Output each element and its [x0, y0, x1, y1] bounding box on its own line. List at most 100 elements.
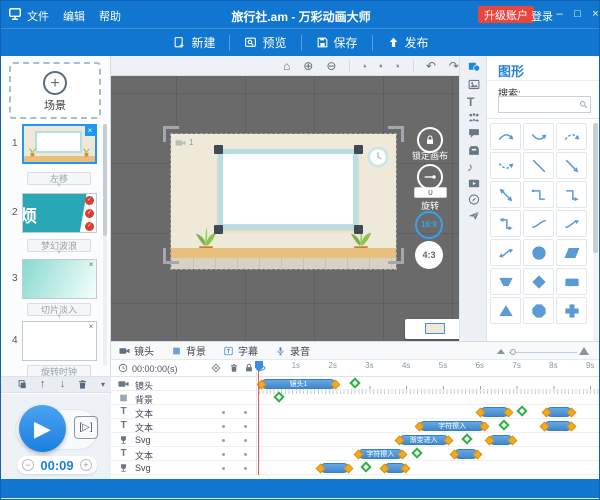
- block-diamond-icon[interactable]: [480, 422, 490, 432]
- block-diamond-icon[interactable]: [401, 464, 411, 474]
- shape-parallelogram[interactable]: [556, 239, 587, 266]
- timeline-zoom-slider[interactable]: [497, 348, 589, 356]
- keyframe-diamond-icon[interactable]: [516, 405, 527, 416]
- block-diamond-icon[interactable]: [566, 408, 576, 418]
- track-toggle-dot[interactable]: [244, 467, 247, 470]
- selection-handle[interactable]: [354, 145, 363, 154]
- slider-min-icon[interactable]: [497, 349, 505, 354]
- arrow-up-icon[interactable]: ↑: [37, 379, 48, 390]
- block-diamond-icon[interactable]: [485, 436, 495, 446]
- scene-item[interactable]: 4×: [1, 321, 101, 361]
- publish-button[interactable]: 发布: [373, 33, 443, 53]
- animation-block[interactable]: 镜头1: [261, 379, 336, 389]
- keyframe-diamond-icon[interactable]: [360, 461, 371, 472]
- slider-max-icon[interactable]: [579, 347, 589, 355]
- animation-block[interactable]: 字符擦入: [358, 449, 402, 459]
- track-toggle-dot[interactable]: [222, 411, 225, 414]
- animation-block[interactable]: [489, 435, 513, 445]
- scene-close-icon[interactable]: ×: [86, 260, 96, 270]
- effects-icon[interactable]: [467, 193, 481, 206]
- timeline-tab-背景[interactable]: 背景: [171, 343, 206, 358]
- arrow-down-icon[interactable]: ↓: [57, 379, 68, 390]
- scene-thumbnail[interactable]: 烦✓✓✓×: [22, 193, 97, 233]
- lock-icon[interactable]: [363, 60, 367, 72]
- undo-icon[interactable]: ↶: [426, 60, 436, 72]
- timeline-tab-录音[interactable]: 录音: [275, 343, 310, 358]
- block-diamond-icon[interactable]: [504, 408, 514, 418]
- upgrade-account-button[interactable]: 升级账户: [478, 6, 534, 23]
- track-toggle-dot[interactable]: [244, 439, 247, 442]
- characters-icon[interactable]: [467, 111, 481, 124]
- keyframe-diamond-icon[interactable]: [461, 433, 472, 444]
- image-icon[interactable]: [467, 78, 481, 91]
- block-diamond-icon[interactable]: [344, 464, 354, 474]
- shape-arc-down-arrow[interactable]: [523, 123, 554, 150]
- scene-list-scrollbar-thumb[interactable]: [103, 124, 107, 236]
- shape-arc-up-arrow[interactable]: [490, 123, 521, 150]
- time-minus-button[interactable]: −: [22, 459, 34, 471]
- scene-item[interactable]: 1×: [1, 124, 101, 164]
- shape-elbow[interactable]: [523, 181, 554, 208]
- playhead-line[interactable]: [258, 362, 259, 475]
- scene-close-icon[interactable]: ×: [85, 126, 95, 136]
- music-icon[interactable]: ♪: [467, 160, 481, 173]
- shape-triangle[interactable]: [490, 297, 521, 324]
- selection-handle[interactable]: [354, 225, 363, 234]
- selection-handle[interactable]: [214, 225, 223, 234]
- track-toggle-dot[interactable]: [222, 425, 225, 428]
- shape-search-input[interactable]: [498, 96, 591, 113]
- add-scene-button[interactable]: + 场景: [9, 62, 101, 119]
- selection-handle[interactable]: [214, 145, 223, 154]
- block-diamond-icon[interactable]: [443, 436, 453, 446]
- text-icon[interactable]: T: [467, 95, 481, 108]
- slider-track[interactable]: [509, 352, 577, 353]
- block-diamond-icon[interactable]: [380, 464, 390, 474]
- animation-block[interactable]: [480, 407, 509, 417]
- minimap[interactable]: [405, 319, 459, 339]
- save-button[interactable]: 保存: [302, 33, 372, 53]
- stage[interactable]: 1: [171, 134, 396, 269]
- minimize-button[interactable]: –: [552, 7, 567, 22]
- maximize-button[interactable]: □: [570, 7, 585, 22]
- animation-block[interactable]: [546, 407, 572, 417]
- play-button[interactable]: ▶: [19, 405, 66, 452]
- scene-close-icon[interactable]: ×: [86, 322, 96, 332]
- shape-trapezoid[interactable]: [490, 268, 521, 295]
- timeline-tab-镜头[interactable]: 镜头: [119, 343, 154, 358]
- track-toggle-dot[interactable]: [222, 439, 225, 442]
- slider-handle[interactable]: [510, 349, 516, 355]
- track-toggle-dot[interactable]: [244, 425, 247, 428]
- block-diamond-icon[interactable]: [331, 380, 341, 390]
- shape-line[interactable]: [523, 152, 554, 179]
- transition-tag[interactable]: 左移: [27, 172, 91, 185]
- block-diamond-icon[interactable]: [566, 422, 576, 432]
- whiteboard[interactable]: [218, 149, 358, 229]
- block-diamond-icon[interactable]: [475, 408, 485, 418]
- shape-arc-down-dashed-arrow[interactable]: [490, 152, 521, 179]
- block-diamond-icon[interactable]: [472, 450, 482, 460]
- time-plus-button[interactable]: +: [80, 459, 92, 471]
- block-diamond-icon[interactable]: [397, 450, 407, 460]
- expand-caret-icon[interactable]: ▾: [101, 380, 105, 389]
- scene-close-icon[interactable]: ×: [86, 194, 96, 204]
- shape-arc-up-dashed-arrow[interactable]: [556, 123, 587, 150]
- keyframe-diamond-icon[interactable]: [498, 419, 509, 430]
- track-toggle-dot[interactable]: [222, 467, 225, 470]
- track-toggle-dot[interactable]: [244, 453, 247, 456]
- shape-arrow[interactable]: [556, 152, 587, 179]
- preview-scene-button[interactable]: [▷]: [74, 416, 98, 439]
- menu-item[interactable]: 文件: [27, 8, 49, 24]
- ratio-4-3-button[interactable]: 4:3: [415, 241, 443, 269]
- animation-block[interactable]: [320, 463, 349, 473]
- block-diamond-icon[interactable]: [507, 436, 517, 446]
- lock-icon[interactable]: [244, 363, 254, 373]
- plane-icon[interactable]: [467, 209, 481, 222]
- scene-item[interactable]: 2烦✓✓✓×: [1, 193, 101, 233]
- animation-block[interactable]: [454, 449, 478, 459]
- zoom-in-icon[interactable]: ⊕: [303, 60, 313, 72]
- materials-icon[interactable]: [467, 144, 481, 157]
- scene-thumbnail[interactable]: ×: [22, 321, 97, 361]
- shapes-icon[interactable]: [467, 60, 481, 73]
- duplicate-icon[interactable]: [17, 379, 28, 390]
- transition-tag[interactable]: 切片淡入: [27, 303, 91, 316]
